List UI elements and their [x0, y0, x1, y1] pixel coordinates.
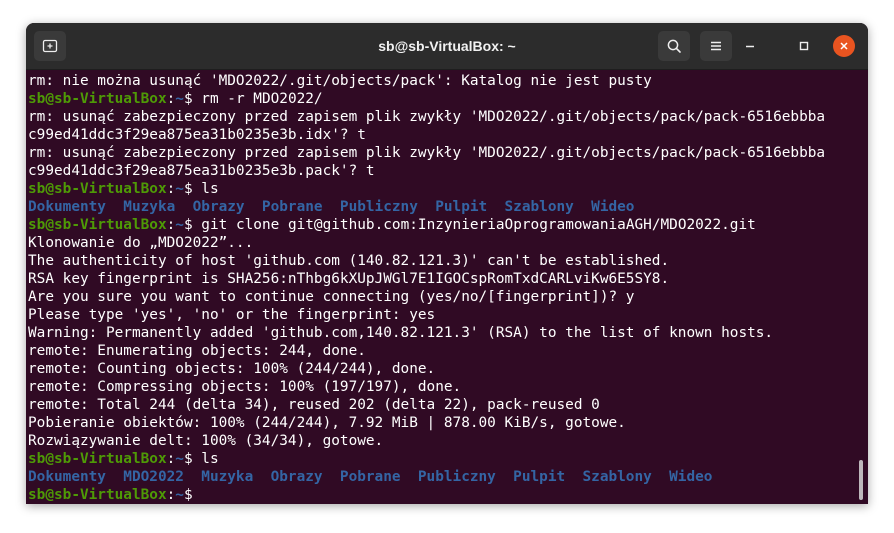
prompt-user-host: sb@sb-VirtualBox	[28, 91, 167, 107]
output-line: Rozwiązywanie delt: 100% (34/34), gotowe…	[28, 433, 384, 449]
prompt-symbol: $	[183, 91, 193, 107]
output-line: remote: Compressing objects: 100% (197/1…	[28, 379, 462, 395]
prompt-symbol: $	[183, 487, 193, 503]
menu-button[interactable]	[700, 31, 732, 61]
maximize-button[interactable]	[793, 35, 815, 57]
terminal-window: sb@sb-VirtualBox: ~ rm: nie można usunąć…	[26, 23, 868, 504]
prompt-line: sb@sb-VirtualBox:~$ git clone git@github…	[28, 216, 868, 234]
directory-names: Dokumenty Muzyka Obrazy Pobrane Publiczn…	[28, 199, 635, 215]
prompt-symbol: $	[183, 217, 193, 233]
command-text: git clone git@github.com:InzynieriaOprog…	[192, 217, 756, 233]
output-line: rm: usunąć zabezpieczony przed zapisem p…	[28, 145, 826, 161]
minimize-icon	[746, 45, 754, 48]
maximize-icon	[799, 41, 809, 51]
prompt-line: sb@sb-VirtualBox:~$ ls	[28, 450, 868, 468]
directory-listing: Dokumenty Muzyka Obrazy Pobrane Publiczn…	[28, 198, 868, 216]
prompt-user-host: sb@sb-VirtualBox	[28, 181, 167, 197]
minimize-button[interactable]	[739, 35, 761, 57]
prompt-path: ~	[175, 91, 184, 107]
prompt-user-host: sb@sb-VirtualBox	[28, 451, 167, 467]
output-line: Klonowanie do „MDO2022”...	[28, 235, 254, 251]
directory-listing: Dokumenty MDO2022 Muzyka Obrazy Pobrane …	[28, 468, 868, 486]
prompt-line: sb@sb-VirtualBox:~$ ls	[28, 180, 868, 198]
search-icon	[667, 39, 681, 53]
output-line: c99ed41ddc3f29ea875ea31b0235e3b.pack'? t	[28, 163, 375, 179]
output-line: Are you sure you want to continue connec…	[28, 289, 635, 305]
prompt-user-host: sb@sb-VirtualBox	[28, 487, 167, 503]
prompt-path: ~	[175, 181, 184, 197]
output-line: The authenticity of host 'github.com (14…	[28, 253, 670, 269]
prompt-separator: :	[166, 217, 176, 233]
prompt-line: sb@sb-VirtualBox:~$ rm -r MDO2022/	[28, 90, 868, 108]
output-line: remote: Enumerating objects: 244, done.	[28, 343, 366, 359]
command-text	[193, 487, 202, 503]
prompt-user-host: sb@sb-VirtualBox	[28, 217, 167, 233]
output-line: Warning: Permanently added 'github.com,1…	[28, 325, 774, 341]
prompt-separator: :	[166, 181, 176, 197]
prompt-path: ~	[175, 217, 184, 233]
prompt-separator: :	[166, 91, 176, 107]
search-button[interactable]	[658, 31, 690, 61]
prompt-separator: :	[166, 487, 176, 503]
terminal-output[interactable]: rm: nie można usunąć 'MDO2022/.git/objec…	[26, 70, 868, 504]
output-line: RSA key fingerprint is SHA256:nThbg6kXUp…	[28, 271, 670, 287]
scrollbar-thumb[interactable]	[859, 460, 863, 500]
prompt-separator: :	[166, 451, 176, 467]
prompt-symbol: $	[183, 181, 193, 197]
prompt-symbol: $	[183, 451, 193, 467]
output-line: remote: Counting objects: 100% (244/244)…	[28, 361, 436, 377]
directory-names: Dokumenty MDO2022 Muzyka Obrazy Pobrane …	[28, 469, 713, 485]
hamburger-menu-icon	[711, 41, 721, 51]
output-line: Pobieranie obiektów: 100% (244/244), 7.9…	[28, 415, 626, 431]
close-icon	[840, 42, 848, 50]
prompt-line: sb@sb-VirtualBox:~$	[28, 486, 868, 504]
prompt-path: ~	[175, 487, 184, 503]
output-line: rm: nie można usunąć 'MDO2022/.git/objec…	[28, 73, 652, 89]
command-text: ls	[192, 451, 219, 467]
output-line: Please type 'yes', 'no' or the fingerpri…	[28, 307, 436, 323]
title-bar[interactable]: sb@sb-VirtualBox: ~	[26, 23, 868, 70]
command-text: rm -r MDO2022/	[192, 91, 323, 107]
prompt-path: ~	[175, 451, 184, 467]
command-text: ls	[192, 181, 219, 197]
output-line: remote: Total 244 (delta 34), reused 202…	[28, 397, 600, 413]
output-line: c99ed41ddc3f29ea875ea31b0235e3b.idx'? t	[28, 127, 366, 143]
output-line: rm: usunąć zabezpieczony przed zapisem p…	[28, 109, 826, 125]
close-button[interactable]	[833, 35, 855, 57]
